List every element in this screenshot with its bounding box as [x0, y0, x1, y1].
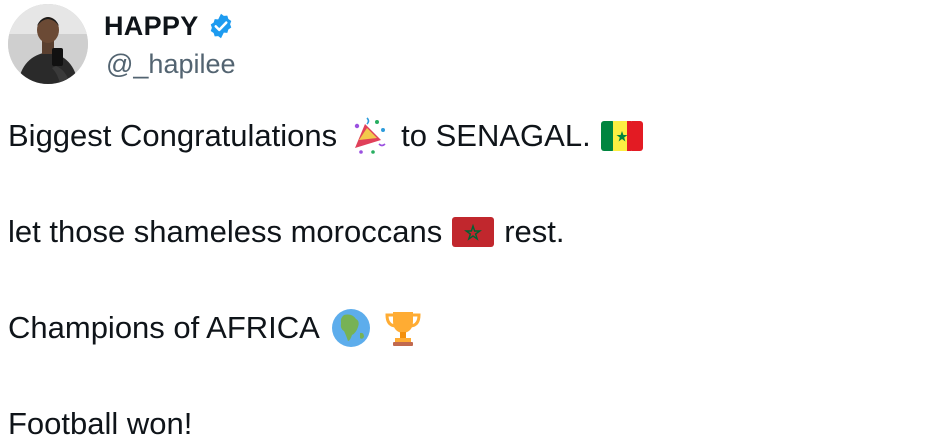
tweet-text-segment: Football won!: [8, 406, 193, 441]
display-name-row: HAPPY: [104, 6, 235, 46]
tweet-line-4: Football won!: [8, 402, 192, 446]
tweet-text-segment: Biggest Congratulations: [8, 118, 338, 153]
user-handle[interactable]: @_hapilee: [106, 49, 236, 80]
tweet-text-segment: to SENAGAL.: [401, 118, 591, 153]
tweet-line-2: let those shameless moroccans rest.: [8, 210, 565, 254]
tweet-line-3: Champions of AFRICA: [8, 306, 424, 350]
party-popper-icon: [347, 114, 391, 158]
globe-africa-icon: [330, 307, 372, 349]
tweet-header: HAPPY @_hapilee: [8, 4, 608, 84]
tweet-text-segment: let those shameless moroccans: [8, 214, 443, 249]
tweet-line-1: Biggest Congratulations to SENAGAL.: [8, 114, 643, 158]
tweet-text-segment: rest.: [504, 214, 565, 249]
tweet-card: HAPPY @_hapilee Biggest Congratulations: [0, 0, 940, 442]
display-name[interactable]: HAPPY: [104, 11, 199, 42]
trophy-icon: [382, 307, 424, 349]
morocco-flag-icon: [452, 217, 495, 247]
avatar[interactable]: [8, 4, 88, 84]
verified-badge-icon: [207, 12, 235, 40]
senegal-flag-icon: [600, 121, 643, 151]
tweet-text-segment: Champions of AFRICA: [8, 310, 320, 345]
